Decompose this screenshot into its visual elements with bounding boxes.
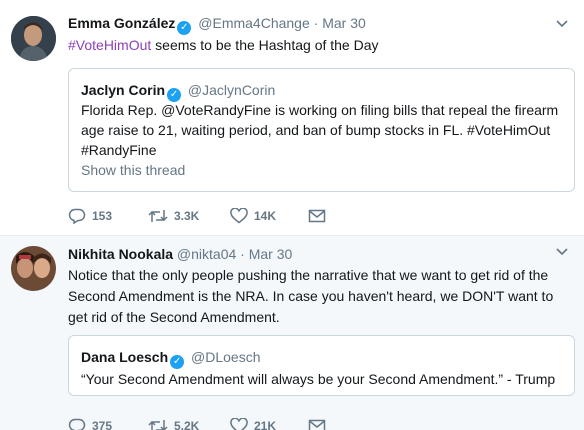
tweet[interactable]: Emma González ✓ @Emma4Change · Mar 30 #Vo… <box>0 0 584 236</box>
like-count: 21K <box>254 418 277 430</box>
tweet-date[interactable]: Mar 30 <box>249 246 293 262</box>
separator: · <box>313 15 319 31</box>
envelope-icon <box>308 419 326 430</box>
reply-count: 375 <box>92 418 113 430</box>
like-button[interactable]: 21K <box>230 415 276 430</box>
quoted-tweet-header: Dana Loesch ✓ @DLoesch <box>81 348 261 369</box>
chevron-down-icon[interactable] <box>554 244 570 260</box>
heart-icon <box>230 207 248 224</box>
avatar-image <box>11 16 56 61</box>
quoted-author-name: Dana Loesch <box>81 349 169 365</box>
retweet-count: 3.3K <box>174 208 200 223</box>
author-handle[interactable]: @Emma4Change <box>198 15 310 31</box>
quoted-tweet-text: Florida Rep. @VoteRandyFine is working o… <box>81 102 559 158</box>
tweet-text-rest: seems to be the Hashtag of the Day <box>151 37 379 53</box>
avatar[interactable] <box>11 16 56 61</box>
quoted-tweet-header: Jaclyn Corin ✓ @JaclynCorin <box>81 81 275 102</box>
tweet-text: #VoteHimOut seems to be the Hashtag of t… <box>68 35 576 56</box>
quoted-author-name: Jaclyn Corin <box>81 82 166 98</box>
message-button[interactable] <box>308 205 326 225</box>
like-button[interactable]: 14K <box>230 205 276 225</box>
tweet-header: Nikhita Nookala @nikta04 · Mar 30 <box>68 245 292 263</box>
reply-icon <box>68 208 86 225</box>
separator: · <box>240 246 245 262</box>
retweet-button[interactable]: 5.2K <box>148 415 199 430</box>
avatar[interactable] <box>11 246 56 291</box>
verified-badge-icon: ✓ <box>170 355 185 369</box>
tweet-header: Emma González ✓ @Emma4Change · Mar 30 <box>68 14 366 35</box>
heart-icon <box>230 417 248 430</box>
quoted-author-handle: @DLoesch <box>191 349 261 365</box>
quoted-tweet[interactable]: Jaclyn Corin ✓ @JaclynCorin Florida Rep. … <box>68 68 575 192</box>
like-count: 14K <box>254 208 277 223</box>
quoted-tweet[interactable]: Dana Loesch ✓ @DLoesch “Your Second Amend… <box>68 335 575 396</box>
chevron-down-icon[interactable] <box>554 16 570 32</box>
envelope-icon <box>308 209 326 223</box>
tweet[interactable]: Nikhita Nookala @nikta04 · Mar 30 Notice… <box>0 236 584 430</box>
author-name[interactable]: Nikhita Nookala <box>68 246 173 262</box>
reply-button[interactable]: 375 <box>68 415 112 430</box>
quoted-tweet-text: “Your Second Amendment will always be yo… <box>81 371 556 387</box>
quoted-author-handle: @JaclynCorin <box>187 82 276 98</box>
show-thread-link[interactable]: Show this thread <box>81 162 185 178</box>
author-handle[interactable]: @nikta04 <box>177 246 236 262</box>
tweet-date[interactable]: Mar 30 <box>322 15 366 31</box>
tweet-text: Notice that the only people pushing the … <box>68 267 554 325</box>
message-button[interactable] <box>308 415 326 430</box>
retweet-count: 5.2K <box>174 418 200 430</box>
hashtag-link[interactable]: #VoteHimOut <box>68 37 151 53</box>
retweet-icon <box>148 209 168 222</box>
reply-count: 153 <box>92 208 113 223</box>
reply-button[interactable]: 153 <box>68 205 112 225</box>
reply-icon <box>68 418 86 430</box>
retweet-button[interactable]: 3.3K <box>148 205 199 225</box>
verified-badge-icon: ✓ <box>177 21 192 35</box>
avatar-image <box>11 246 56 291</box>
retweet-icon <box>148 419 168 430</box>
author-name[interactable]: Emma González <box>68 15 175 31</box>
